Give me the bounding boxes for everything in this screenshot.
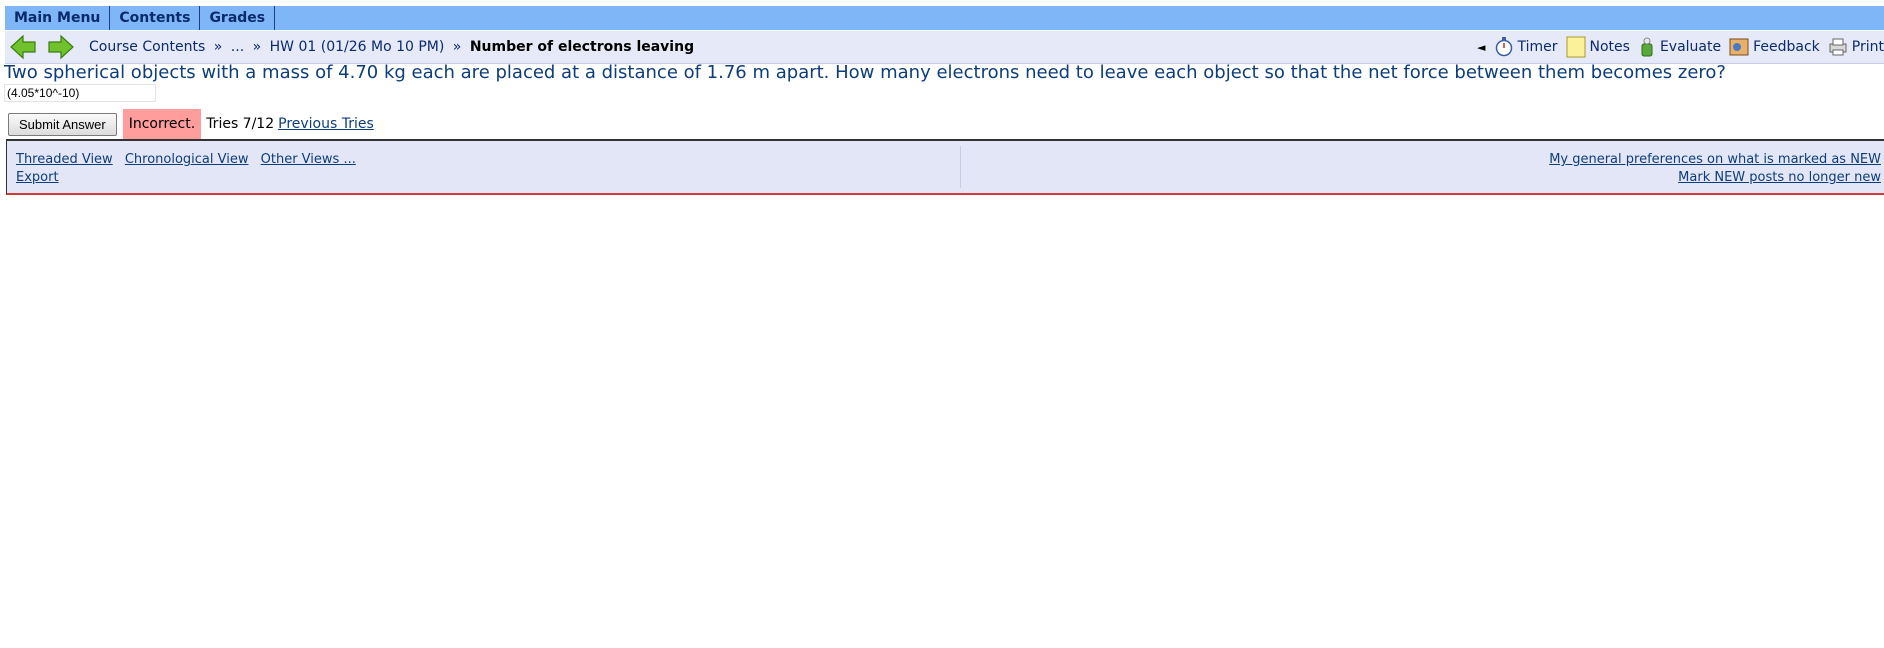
evaluate-label: Evaluate	[1659, 39, 1722, 55]
timer-icon	[1496, 37, 1513, 57]
left-arrow-icon[interactable]	[9, 34, 37, 60]
print-label: Print	[1851, 39, 1884, 55]
print-button[interactable]: Print	[1828, 37, 1884, 57]
export-link[interactable]: Export	[16, 170, 59, 185]
evaluate-button[interactable]: Evaluate	[1638, 36, 1721, 58]
problem-question: Two spherical objects with a mass of 4.7…	[4, 62, 1726, 83]
feedback-icon	[1729, 38, 1749, 56]
collapse-icon[interactable]: ◄	[1477, 41, 1485, 54]
breadcrumb-separator: »	[252, 39, 262, 55]
menu-item-main-menu[interactable]: Main Menu	[5, 6, 111, 30]
chronological-view-link[interactable]: Chronological View	[125, 152, 249, 167]
breadcrumb-ellipsis[interactable]: ...	[231, 39, 244, 55]
notes-button[interactable]: Notes	[1566, 36, 1630, 58]
breadcrumb-hw[interactable]: HW 01 (01/26 Mo 10 PM)	[270, 39, 445, 55]
printer-icon	[1829, 38, 1847, 56]
other-views-link[interactable]: Other Views ...	[261, 152, 356, 167]
breadcrumb-course-contents[interactable]: Course Contents	[89, 39, 205, 55]
new-preferences-link[interactable]: My general preferences on what is marked…	[1549, 152, 1881, 167]
evaluate-icon	[1641, 37, 1653, 57]
answer-field[interactable]: (4.05*10^-10)	[4, 84, 156, 102]
right-arrow-icon[interactable]	[47, 34, 75, 60]
breadcrumb: Course Contents » ... » HW 01 (01/26 Mo …	[89, 39, 694, 55]
discussion-preferences: My general preferences on what is marked…	[1549, 151, 1881, 187]
status-badge: Incorrect.	[122, 109, 202, 139]
menu-item-contents[interactable]: Contents	[110, 6, 201, 30]
timer-label: Timer	[1517, 39, 1558, 55]
tries-info: Tries 7/12 Previous Tries	[206, 116, 374, 132]
breadcrumb-separator: »	[213, 39, 223, 55]
feedback-label: Feedback	[1753, 39, 1820, 55]
toolbar: ◄ Timer Notes Evaluate Feedback Print	[1477, 31, 1884, 63]
main-menubar: Main Menu Contents Grades	[5, 6, 1884, 30]
submit-row: Submit Answer Incorrect. Tries 7/12 Previ…	[8, 109, 374, 139]
mark-not-new-link[interactable]: Mark NEW posts no longer new	[1678, 170, 1881, 185]
navigation-bar: Course Contents » ... » HW 01 (01/26 Mo …	[5, 31, 1884, 64]
previous-tries-link[interactable]: Previous Tries	[278, 116, 374, 132]
panel-divider	[960, 146, 961, 188]
notes-label: Notes	[1589, 39, 1630, 55]
breadcrumb-current: Number of electrons leaving	[469, 39, 695, 55]
menu-item-grades[interactable]: Grades	[200, 6, 276, 30]
discussion-views: Threaded View Chronological View Other V…	[16, 151, 364, 187]
submit-answer-button[interactable]: Submit Answer	[8, 112, 117, 136]
breadcrumb-separator: »	[452, 39, 462, 55]
threaded-view-link[interactable]: Threaded View	[16, 152, 113, 167]
tries-count: Tries 7/12	[206, 116, 275, 132]
timer-button[interactable]: Timer	[1495, 37, 1558, 57]
feedback-button[interactable]: Feedback	[1729, 37, 1820, 57]
notes-icon	[1566, 36, 1586, 58]
discussion-panel: Threaded View Chronological View Other V…	[6, 139, 1884, 195]
